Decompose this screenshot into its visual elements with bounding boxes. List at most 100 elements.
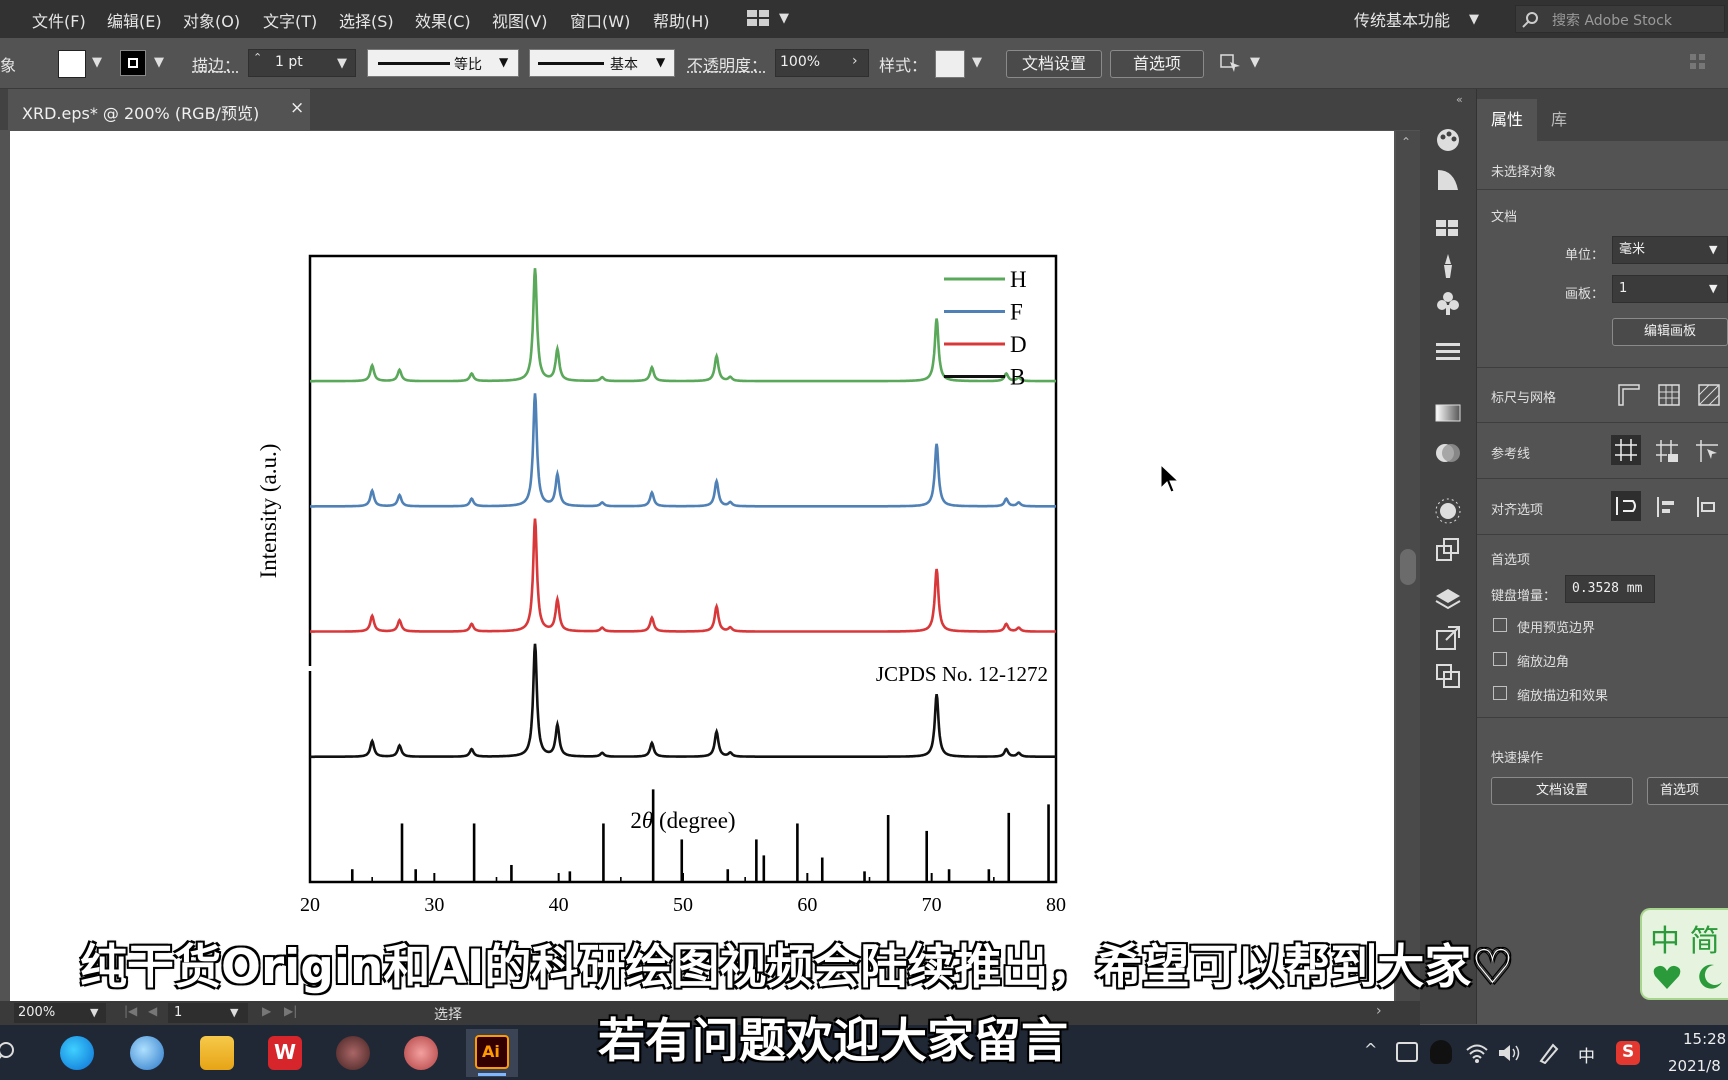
units-select[interactable]: 毫米 ▼ xyxy=(1612,236,1728,264)
chevron-down-icon[interactable]: ▼ xyxy=(1709,237,1717,263)
ime-floating-toolbar[interactable]: 中 简 xyxy=(1640,908,1728,1000)
chevron-up-icon[interactable]: ^ xyxy=(1364,1040,1377,1059)
align-to-pixel-icon[interactable] xyxy=(1611,491,1641,521)
preferences-button[interactable]: 首选项 xyxy=(1110,50,1204,78)
illustrator-taskbar-active[interactable]: Ai xyxy=(466,1029,518,1077)
stroke-label[interactable]: 描边： xyxy=(192,52,240,76)
tray-app-icon[interactable] xyxy=(1396,1042,1418,1062)
qq-penguin-icon[interactable] xyxy=(1430,1040,1452,1064)
first-artboard-icon[interactable]: |◀ xyxy=(124,1004,137,1018)
zoom-select[interactable]: 200% ▼ xyxy=(14,1003,106,1023)
scrollbar-thumb[interactable] xyxy=(1400,549,1416,585)
chevron-down-icon[interactable]: ▼ xyxy=(1709,276,1717,302)
artboard-navigation[interactable]: 1 ▼ xyxy=(168,1003,248,1023)
menu-type[interactable]: 文字(T) xyxy=(263,8,317,32)
wps-office-icon[interactable]: W xyxy=(268,1036,302,1070)
chevron-down-icon[interactable]: ▼ xyxy=(972,55,982,70)
document-setup-button[interactable]: 文档设置 xyxy=(1006,50,1102,78)
chevron-down-icon[interactable]: ▼ xyxy=(656,55,665,69)
tab-properties[interactable]: 属性 xyxy=(1477,99,1537,141)
chevron-right-icon[interactable]: › xyxy=(1376,1003,1382,1019)
file-explorer-icon[interactable] xyxy=(200,1036,234,1070)
smart-guides-icon[interactable] xyxy=(1693,437,1721,465)
quick-doc-setup-button[interactable]: 文档设置 xyxy=(1491,777,1633,805)
select-similar-icon[interactable] xyxy=(1220,52,1242,74)
chevron-down-icon[interactable]: ▼ xyxy=(779,11,789,26)
wifi-icon[interactable] xyxy=(1465,1042,1489,1064)
artboards-icon[interactable] xyxy=(1434,662,1462,690)
gradient-icon[interactable] xyxy=(1434,402,1462,424)
last-artboard-icon[interactable]: ▶| xyxy=(284,1004,297,1018)
quick-prefs-button[interactable]: 首选项 xyxy=(1647,777,1728,805)
chevron-down-icon[interactable]: ▼ xyxy=(90,1006,98,1019)
vertical-scrollbar[interactable]: ⌃ xyxy=(1396,131,1420,1001)
scale-strokes-effects-checkbox[interactable] xyxy=(1493,686,1507,700)
arrange-documents-icon[interactable] xyxy=(747,10,769,26)
panel-options-icon[interactable] xyxy=(1690,54,1706,70)
scale-corners-checkbox[interactable] xyxy=(1493,652,1507,666)
artboard-canvas[interactable]: 20 30 40 50 60 70 80 HFDB JCPDS No. 12-1272 In… xyxy=(10,131,1394,1001)
stroke-swatch[interactable] xyxy=(120,50,146,76)
swatches-icon[interactable] xyxy=(1434,166,1462,194)
workspace-switcher[interactable]: 传统基本功能 xyxy=(1354,7,1450,31)
user-app-icon[interactable] xyxy=(336,1036,370,1070)
menu-select[interactable]: 选择(S) xyxy=(339,8,394,32)
next-artboard-icon[interactable]: ▶ xyxy=(262,1004,271,1018)
color-palette-icon[interactable] xyxy=(1434,126,1462,154)
ime-language-indicator[interactable]: 中 xyxy=(1578,1042,1595,1067)
stroke-lines-icon[interactable] xyxy=(1434,341,1462,361)
menu-object[interactable]: 对象(O) xyxy=(183,8,240,32)
layers-icon[interactable] xyxy=(1434,586,1462,614)
brush-definition[interactable]: 基本 ▼ xyxy=(529,49,675,77)
pen-tray-icon[interactable] xyxy=(1538,1042,1560,1064)
menu-edit[interactable]: 编辑(E) xyxy=(107,8,162,32)
graphic-style-swatch[interactable] xyxy=(935,50,965,78)
collapse-panels-icon[interactable]: « xyxy=(1456,93,1463,106)
symbols-club-icon[interactable] xyxy=(1434,289,1462,317)
document-tab[interactable]: XRD.eps* @ 200% (RGB/预览) × xyxy=(8,89,310,130)
menu-window[interactable]: 窗口(W) xyxy=(570,8,630,32)
chevron-down-icon[interactable]: ▼ xyxy=(92,55,102,70)
transparency-grid-icon[interactable] xyxy=(1697,383,1721,407)
edit-artboards-button[interactable]: 编辑画板 xyxy=(1612,318,1728,346)
libraries-grid-icon[interactable] xyxy=(1434,217,1462,239)
scroll-up-icon[interactable]: ⌃ xyxy=(1401,135,1411,149)
close-tab-icon[interactable]: × xyxy=(290,98,304,118)
transparency-icon[interactable] xyxy=(1434,439,1462,467)
stepper-arrows-icon[interactable]: ⌃ xyxy=(253,51,262,64)
sogou-ime-icon[interactable]: S xyxy=(1616,1041,1640,1065)
artboard-select[interactable]: 1 ▼ xyxy=(1612,275,1728,303)
chevron-down-icon[interactable]: ▼ xyxy=(230,1006,238,1019)
menu-view[interactable]: 视图(V) xyxy=(492,8,547,32)
globe-browser-icon[interactable] xyxy=(130,1036,164,1070)
show-guides-icon[interactable] xyxy=(1611,435,1641,465)
variable-width-profile[interactable]: 等比 ▼ xyxy=(367,49,519,77)
volume-icon[interactable] xyxy=(1497,1042,1521,1064)
brushes-icon[interactable] xyxy=(1434,252,1462,280)
fill-swatch[interactable] xyxy=(58,50,86,78)
chevron-down-icon[interactable]: ▼ xyxy=(1469,12,1479,27)
origin-app-icon[interactable] xyxy=(404,1036,438,1070)
adobe-stock-search-input[interactable]: 搜索 Adobe Stock xyxy=(1515,5,1725,33)
chevron-down-icon[interactable]: ▼ xyxy=(499,55,508,69)
use-preview-bounds-checkbox[interactable] xyxy=(1493,618,1507,632)
opacity-field[interactable]: 100% › xyxy=(775,49,869,77)
asset-export-icon[interactable] xyxy=(1434,624,1462,652)
appearance-sun-icon[interactable] xyxy=(1434,497,1462,525)
search-icon[interactable] xyxy=(0,1040,22,1066)
chevron-down-icon[interactable]: ▼ xyxy=(154,55,164,70)
chevron-down-icon[interactable]: ▼ xyxy=(1250,55,1260,70)
opacity-label[interactable]: 不透明度： xyxy=(687,52,767,76)
chevron-right-icon[interactable]: › xyxy=(852,53,858,69)
previous-artboard-icon[interactable]: ◀ xyxy=(148,1004,157,1018)
stroke-weight-field[interactable]: ⌃ 1 pt ▼ xyxy=(248,49,356,77)
ruler-icon[interactable] xyxy=(1617,383,1641,407)
chevron-down-icon[interactable]: ▼ xyxy=(337,56,347,71)
grid-icon[interactable] xyxy=(1657,383,1681,407)
menu-effect[interactable]: 效果(C) xyxy=(415,8,471,32)
menu-file[interactable]: 文件(F) xyxy=(32,8,86,32)
edge-browser-icon[interactable] xyxy=(60,1036,94,1070)
lock-guides-icon[interactable] xyxy=(1653,437,1681,465)
menu-help[interactable]: 帮助(H) xyxy=(653,8,710,32)
align-option-icon[interactable] xyxy=(1653,493,1681,521)
